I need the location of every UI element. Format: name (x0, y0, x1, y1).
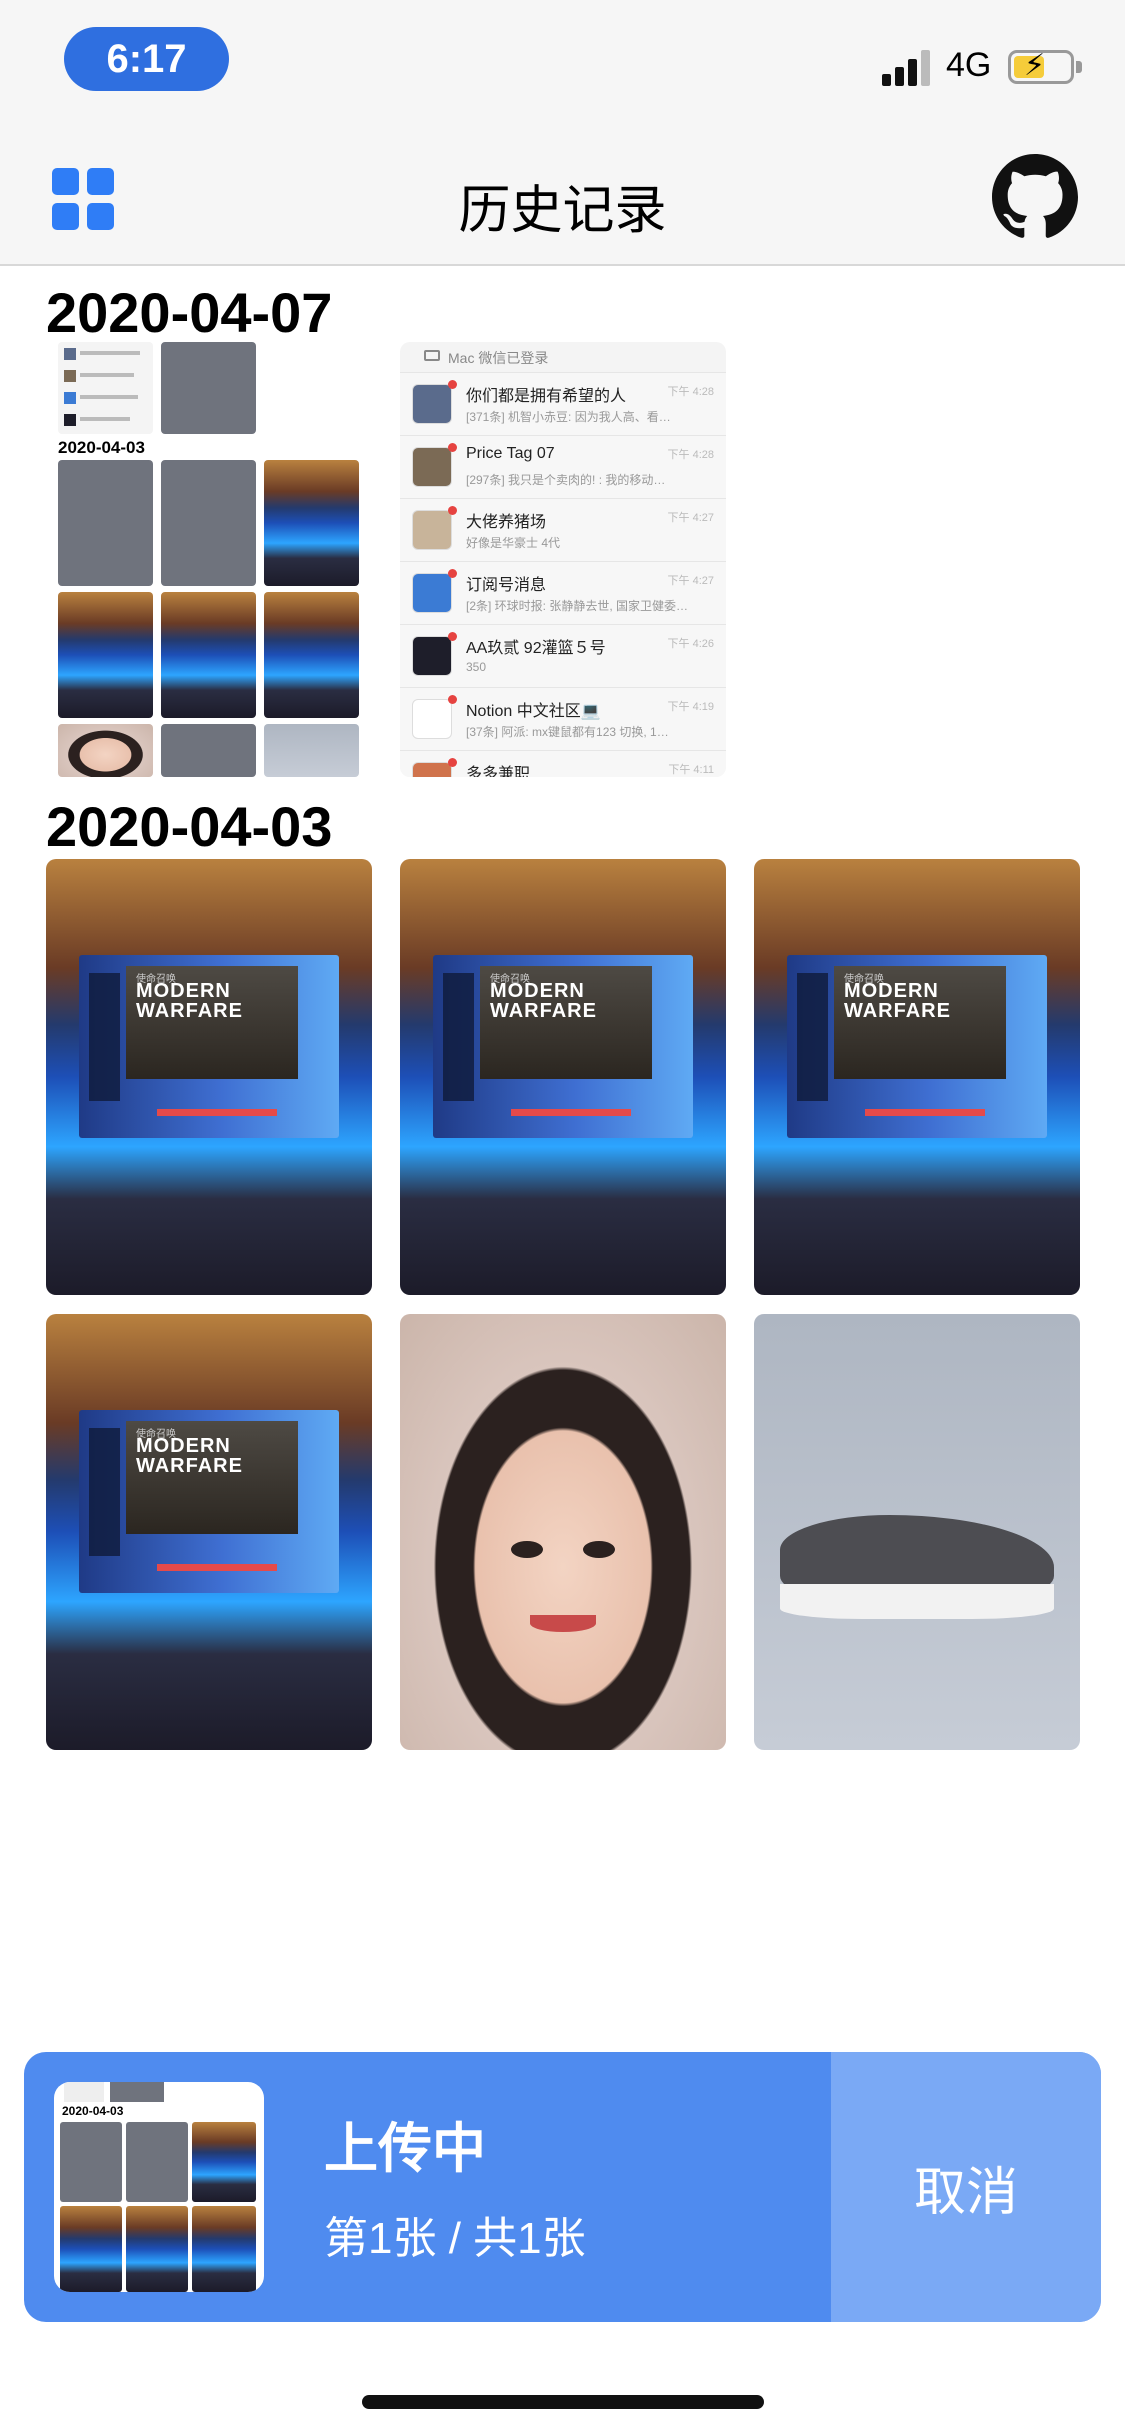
network-type: 4G (946, 46, 992, 84)
chat-name: Notion 中文社区💻 (466, 703, 601, 720)
chat-row: 你们都是拥有希望的人 [371条] 机智小赤豆: 因为我人高、看… 下午 4:28 (400, 372, 726, 435)
chat-preview: [371条] 机智小赤豆: 因为我人高、看… (466, 410, 671, 424)
history-thumbnail[interactable]: 2020-04-03 (52, 342, 370, 777)
chat-time: 下午 4:19 (667, 701, 714, 713)
photo-overlay-text: MODERN WARFARE (843, 979, 951, 1022)
mini-gray-thumb (58, 460, 153, 586)
mini-laptop-thumb (264, 460, 359, 586)
photo-thumbnail[interactable]: 使命召唤 MODERN WARFARE (400, 859, 726, 1295)
mini-shoe-thumb (264, 724, 359, 777)
chat-preview: [37条] 阿派: mx键鼠都有123 切换, 1… (466, 725, 669, 739)
mini-girl-thumb (58, 724, 153, 777)
chat-preview: 好像是华豪士 4代 (466, 536, 561, 550)
status-time: 6:17 (64, 27, 229, 91)
charging-bolt-icon: ⚡ (1024, 49, 1046, 82)
chat-header-label: Mac 微信已登录 (448, 350, 549, 366)
section-date: 2020-04-03 (46, 795, 333, 858)
chat-time: 下午 4:27 (667, 575, 714, 587)
photo-thumbnail[interactable] (400, 1314, 726, 1750)
chat-name: 订阅号消息 (466, 577, 547, 594)
photo-overlay-text: MODERN WARFARE (489, 979, 597, 1022)
chat-header: Mac 微信已登录 (400, 342, 726, 372)
monitor-icon (424, 350, 440, 361)
chat-row: 多多兼职 下午 4:11 (400, 750, 726, 777)
chat-avatar (412, 762, 452, 777)
section-date: 2020-04-07 (46, 281, 333, 344)
unread-dot (448, 443, 457, 452)
chat-list: 你们都是拥有希望的人 [371条] 机智小赤豆: 因为我人高、看… 下午 4:28 P… (400, 372, 726, 777)
chat-name: AA玖贰 92灌篮５号 (466, 640, 606, 657)
cellular-signal-icon (882, 50, 934, 86)
chat-time: 下午 4:28 (667, 386, 714, 398)
photo-thumbnail[interactable]: 使命召唤 MODERN WARFARE (754, 859, 1080, 1295)
github-icon[interactable] (992, 154, 1078, 240)
chat-avatar (412, 699, 452, 739)
battery-cap (1076, 61, 1082, 73)
chat-time: 下午 4:11 (668, 764, 714, 776)
upload-thumb-date: 2020-04-03 (62, 2104, 124, 2118)
unread-dot (448, 506, 457, 515)
photo-thumbnail[interactable] (754, 1314, 1080, 1750)
chat-time: 下午 4:28 (667, 449, 714, 461)
mini-gray-thumb (161, 460, 256, 586)
upload-status-title: 上传中 (324, 2119, 486, 2179)
mini-gray-thumb (161, 342, 256, 434)
upload-progress-text: 第1张 / 共1张 (324, 2214, 586, 2263)
chat-avatar (412, 636, 452, 676)
chat-time: 下午 4:27 (667, 512, 714, 524)
page-title: 历史记录 (458, 182, 667, 240)
chat-row: 订阅号消息 [2条] 环球时报: 张静静去世, 国家卫健委… 下午 4:27 (400, 561, 726, 624)
unread-dot (448, 569, 457, 578)
unread-dot (448, 695, 457, 704)
chat-name: 你们都是拥有希望的人 (466, 388, 627, 405)
mini-laptop-thumb (161, 592, 256, 718)
chat-avatar (412, 384, 452, 424)
photo-overlay-text: MODERN WARFARE (135, 979, 243, 1022)
chat-row: Notion 中文社区💻 [37条] 阿派: mx键鼠都有123 切换, 1… 下午… (400, 687, 726, 750)
chat-preview: 350 (466, 660, 487, 674)
chat-name: 大佬养猪场 (466, 514, 547, 531)
chat-screenshot-thumbnail[interactable]: Mac 微信已登录 你们都是拥有希望的人 [371条] 机智小赤豆: 因为我人高、… (400, 342, 726, 777)
chat-row: Price Tag 07 [297条] 我只是个卖肉的! : 我的移动… 下午 4:… (400, 435, 726, 498)
upload-preview-thumbnail: 2020-04-03 (54, 2082, 264, 2292)
mini-chat-thumb (58, 342, 153, 434)
unread-dot (448, 632, 457, 641)
chat-avatar (412, 447, 452, 487)
mini-date-caption: 2020-04-03 (58, 438, 145, 457)
chat-row: AA玖贰 92灌篮５号 350 下午 4:26 (400, 624, 726, 687)
chat-preview: [297条] 我只是个卖肉的! : 我的移动… (466, 473, 666, 487)
mini-laptop-thumb (58, 592, 153, 718)
photo-thumbnail[interactable]: 使命召唤 MODERN WARFARE (46, 859, 372, 1295)
chat-avatar (412, 573, 452, 613)
mini-laptop-thumb (264, 592, 359, 718)
photo-thumbnail[interactable]: 使命召唤 MODERN WARFARE (46, 1314, 372, 1750)
mini-gray-thumb (161, 724, 256, 777)
status-bar: 6:17 4G ⚡ (0, 0, 1125, 132)
chat-preview: [2条] 环球时报: 张静静去世, 国家卫健委… (466, 599, 689, 613)
chat-avatar (412, 510, 452, 550)
chat-row: 大佬养猪场好像是华豪士 4代 下午 4:27 (400, 498, 726, 561)
unread-dot (448, 758, 457, 767)
chat-name: Price Tag 07 (466, 445, 555, 462)
photo-overlay-text: MODERN WARFARE (135, 1434, 243, 1477)
chat-name: 多多兼职 (466, 766, 531, 777)
unread-dot (448, 380, 457, 389)
chat-time: 下午 4:26 (667, 638, 714, 650)
navigation-bar: 历史记录 (0, 132, 1125, 266)
home-indicator[interactable] (362, 2395, 764, 2409)
upload-progress-bar: 2020-04-03 上传中 第1张 / 共1张 取消 (24, 2052, 1101, 2322)
cancel-upload-button[interactable]: 取消 (831, 2052, 1101, 2322)
